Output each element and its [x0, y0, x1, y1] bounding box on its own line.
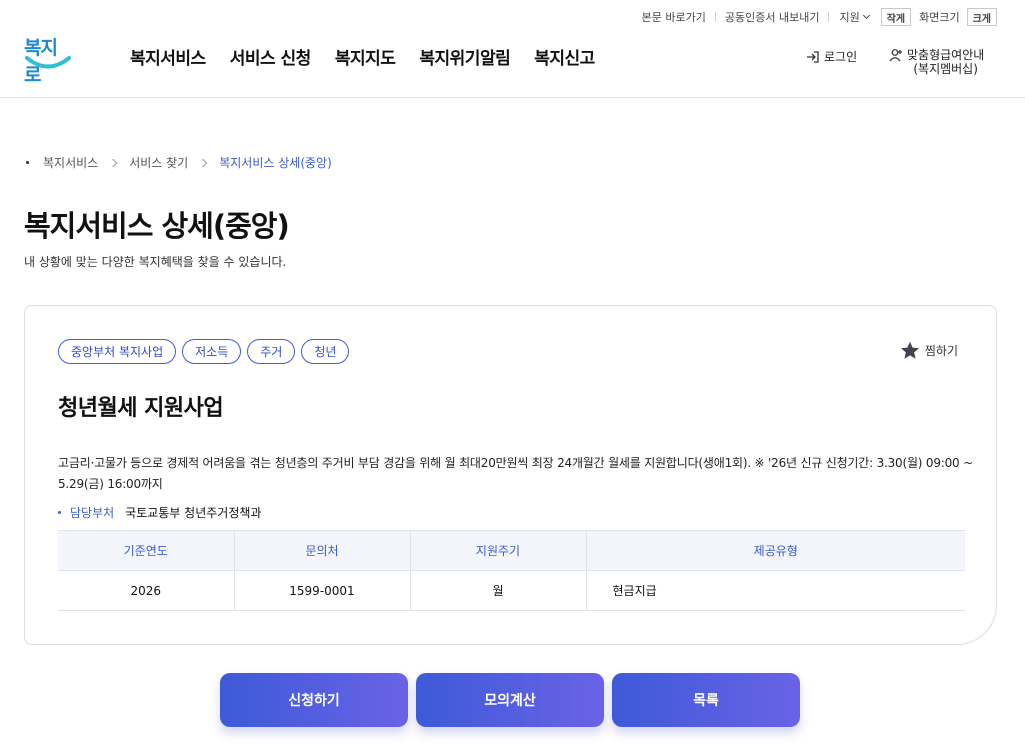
membership-guide-label: 맞춤형급여안내 (복지멤버십) — [907, 48, 984, 76]
home-bullet-icon — [26, 161, 29, 164]
user-add-icon — [889, 49, 902, 62]
tag-housing[interactable]: 주거 — [247, 339, 296, 364]
main-navigation: 복지서비스 서비스 신청 복지지도 복지위기알림 복지신고 — [130, 44, 619, 69]
smile-icon — [25, 56, 71, 69]
table-header-row: 기준연도 문의처 지원주기 제공유형 — [58, 530, 965, 571]
font-small-button[interactable]: 작게 — [880, 8, 912, 26]
region-select-label: 지원 — [839, 11, 860, 24]
site-header: 본문 바로가기 공동인증서 내보내기 지원 작게 화면크기 크게 복지로 복지서… — [0, 0, 1025, 98]
action-buttons: 신청하기 모의계산 목록 — [220, 673, 800, 727]
font-size-label: 화면크기 — [919, 11, 960, 24]
site-logo[interactable]: 복지로 — [24, 33, 72, 86]
utility-bar: 본문 바로가기 공동인증서 내보내기 지원 작게 화면크기 크게 — [633, 7, 997, 27]
column-header: 기준연도 — [58, 530, 234, 571]
provision-type-cell: 현금지급 — [585, 570, 965, 611]
nav-welfare-services[interactable]: 복지서비스 — [130, 44, 206, 69]
service-description: 고금리·고물가 등으로 경제적 어려움을 겪는 청년층의 주거비 부담 경감을 … — [58, 456, 973, 491]
support-cycle-cell: 월 — [409, 570, 586, 611]
service-info-table: 기준연도 문의처 지원주기 제공유형 2026 1599-0001 월 현금지급 — [58, 530, 965, 611]
skip-to-content-link[interactable]: 본문 바로가기 — [633, 9, 715, 25]
service-title: 청년월세 지원사업 — [58, 396, 224, 421]
nav-welfare-map[interactable]: 복지지도 — [335, 44, 396, 69]
department-info: 담당부처 국토교통부 청년주거정책과 — [58, 504, 261, 521]
favorite-button[interactable]: 찜하기 — [900, 341, 958, 360]
department-label: 담당부처 — [70, 506, 115, 520]
star-icon — [900, 341, 919, 359]
nav-welfare-report[interactable]: 복지신고 — [534, 44, 595, 69]
column-header: 지원주기 — [409, 530, 586, 571]
page-description: 내 상황에 맞는 다양한 복지혜택을 찾을 수 있습니다. — [24, 255, 287, 269]
region-select[interactable]: 지원 — [829, 9, 876, 25]
membership-line1: 맞춤형급여안내 — [907, 48, 985, 62]
tag-central-ministry[interactable]: 중앙부처 복지사업 — [58, 339, 177, 364]
service-detail-card: 중앙부처 복지사업 저소득 주거 청년 찜하기 청년월세 지원사업 고금리·고물… — [24, 305, 997, 645]
tag-low-income[interactable]: 저소득 — [182, 339, 242, 364]
page-title: 복지서비스 상세(중앙) — [24, 209, 290, 243]
bullet-icon — [58, 511, 61, 514]
login-label: 로그인 — [824, 50, 858, 64]
service-tags: 중앙부처 복지사업 저소득 주거 청년 — [58, 339, 350, 364]
table-row: 2026 1599-0001 월 현금지급 — [58, 570, 965, 611]
base-year-cell: 2026 — [58, 570, 234, 611]
tag-youth[interactable]: 청년 — [301, 339, 350, 364]
breadcrumb-item[interactable]: 복지서비스 — [43, 154, 98, 171]
chevron-down-icon — [862, 11, 870, 20]
department-value: 국토교통부 청년주거정책과 — [125, 506, 262, 520]
column-header: 제공유형 — [585, 530, 965, 571]
favorite-label: 찜하기 — [924, 344, 958, 358]
chevron-right-icon — [108, 158, 118, 167]
column-header: 문의처 — [233, 530, 410, 571]
simulate-button[interactable]: 모의계산 — [416, 673, 604, 727]
breadcrumb-item[interactable]: 서비스 찾기 — [129, 154, 188, 171]
breadcrumb-current: 복지서비스 상세(중앙) — [219, 156, 332, 170]
cert-export-link[interactable]: 공동인증서 내보내기 — [716, 9, 829, 25]
chevron-right-icon — [198, 158, 208, 167]
nav-crisis-alert[interactable]: 복지위기알림 — [419, 44, 510, 69]
list-button[interactable]: 목록 — [612, 673, 800, 727]
font-large-button[interactable]: 크게 — [966, 8, 997, 26]
membership-line2: (복지멤버십) — [913, 62, 978, 76]
nav-service-application[interactable]: 서비스 신청 — [230, 44, 312, 69]
apply-button[interactable]: 신청하기 — [220, 673, 408, 727]
contact-cell: 1599-0001 — [233, 570, 410, 611]
login-button[interactable]: 로그인 — [806, 48, 857, 65]
membership-guide-button[interactable]: 맞춤형급여안내 (복지멤버십) — [889, 48, 984, 76]
breadcrumb: 복지서비스 서비스 찾기 복지서비스 상세(중앙) — [26, 154, 332, 171]
login-icon — [807, 50, 819, 63]
